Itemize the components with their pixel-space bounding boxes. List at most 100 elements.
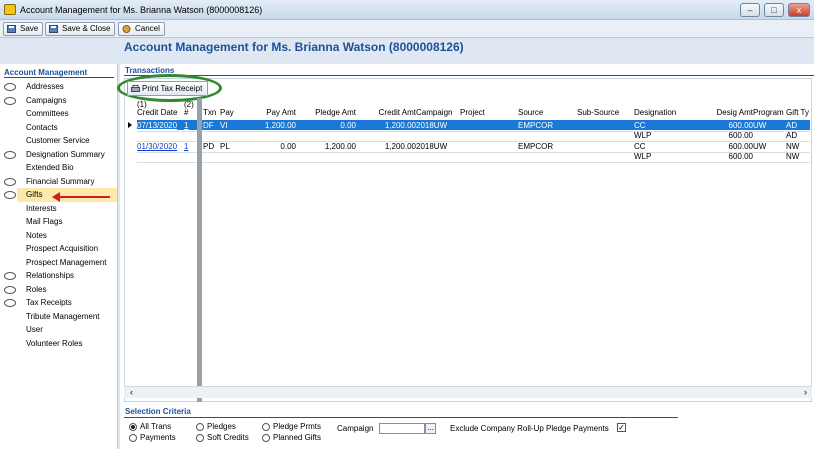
scroll-left-icon[interactable]: ‹	[130, 387, 133, 397]
campaign-input[interactable]	[379, 423, 425, 434]
sidebar-item-tax-receipts[interactable]: Tax Receipts	[26, 298, 72, 307]
table-cell-num[interactable]: 1	[184, 121, 194, 130]
sidebar-item-addresses[interactable]: Addresses	[26, 82, 64, 91]
criteria-section-line	[124, 417, 678, 418]
sidebar-item-roles[interactable]: Roles	[26, 285, 46, 294]
horizontal-scrollbar[interactable]: ‹ ›	[124, 386, 812, 398]
column-splitter[interactable]	[197, 98, 202, 402]
column-header[interactable]: Pledge Amt	[310, 108, 356, 117]
campaign-lookup-button[interactable]: ...	[425, 423, 436, 434]
column-header[interactable]: #	[184, 108, 194, 117]
column-header[interactable]: Designation	[634, 108, 694, 117]
row-separator	[137, 162, 810, 163]
table-cell-source: EMPCOR	[518, 121, 554, 130]
annotation-arrow-shaft	[58, 196, 110, 198]
column-header[interactable]: Campaign	[416, 108, 456, 117]
radio-pledge-prmts[interactable]	[262, 423, 270, 431]
table-cell-desig-amt: 600.00	[728, 131, 753, 140]
table-cell-txn: DF	[203, 121, 214, 130]
table-cell-gift-type: NW	[786, 152, 800, 161]
scroll-right-icon[interactable]: ›	[804, 387, 807, 397]
table-cell-pay-amt: 0.00	[280, 142, 296, 151]
table-cell-designation: CC	[634, 142, 646, 151]
sidebar-item-prospect-management[interactable]: Prospect Management	[26, 258, 107, 267]
sidebar-item-relationships[interactable]: Relationships	[26, 271, 74, 280]
page-title: Account Management for Ms. Brianna Watso…	[124, 40, 464, 54]
radio-payments[interactable]	[129, 434, 137, 442]
radio-label: Planned Gifts	[273, 433, 322, 442]
save-close-button[interactable]: Save & Close	[45, 22, 116, 36]
save-button[interactable]: Save	[3, 22, 44, 36]
exclude-rollup-checkbox[interactable]: ✓	[617, 423, 626, 432]
sidebar-item-committees[interactable]: Committees	[26, 109, 69, 118]
sidebar-item-designation-summary[interactable]: Designation Summary	[26, 150, 105, 159]
sidebar-item-extended-bio[interactable]: Extended Bio	[26, 163, 74, 172]
column-header[interactable]: Credit Amt	[370, 108, 416, 117]
row-pointer-icon	[128, 122, 132, 128]
sidebar-item-gifts[interactable]: Gifts	[26, 190, 42, 199]
sidebar-item-contacts[interactable]: Contacts	[26, 123, 58, 132]
criteria-section-title: Selection Criteria	[125, 407, 191, 416]
table-cell-gift-type: AD	[786, 121, 798, 130]
column-header[interactable]: Pay Amt	[250, 108, 296, 117]
radio-soft-credits[interactable]	[196, 434, 204, 442]
table-cell-credit-amt: 1,200.00	[384, 121, 416, 130]
table-cell-desig-amt: 600.00	[728, 142, 753, 151]
sidebar-item-prospect-acquisition[interactable]: Prospect Acquisition	[26, 244, 98, 253]
column-header[interactable]: Credit Date	[137, 108, 183, 117]
table-cell-credit-date[interactable]: 07/13/2020	[137, 121, 183, 130]
table-cell-credit-amt: 1,200.00	[384, 142, 416, 151]
table-cell-credit-date[interactable]: 01/30/2020	[137, 142, 183, 151]
cancel-button[interactable]: Cancel	[118, 22, 165, 36]
sidebar-title-underline	[4, 77, 114, 78]
speech-bubble-icon	[4, 96, 16, 105]
column-header[interactable]: Source	[518, 108, 574, 117]
close-button[interactable]: x	[788, 3, 810, 17]
column-header[interactable]: Sub-Source	[577, 108, 633, 117]
table-cell-num[interactable]: 1	[184, 142, 194, 151]
sidebar-item-financial-summary[interactable]: Financial Summary	[26, 177, 94, 186]
column-header[interactable]: Gift Ty	[786, 108, 814, 117]
print-tax-receipt-button[interactable]: Print Tax Receipt	[127, 81, 209, 96]
toolbar: Save Save & Close Cancel	[0, 20, 814, 38]
table-cell-designation: WLP	[634, 152, 652, 161]
print-tax-receipt-label: Print Tax Receipt	[142, 84, 203, 93]
table-cell-program: UW	[753, 121, 767, 130]
cancel-button-label: Cancel	[135, 24, 160, 33]
annotation-arrow-head	[52, 192, 60, 202]
radio-pledges[interactable]	[196, 423, 204, 431]
radio-all-trans[interactable]	[129, 423, 137, 431]
column-header[interactable]: Txn	[203, 108, 219, 117]
sidebar-item-user[interactable]: User	[26, 325, 43, 334]
cancel-icon	[122, 25, 131, 33]
window-title: Account Management for Ms. Brianna Watso…	[20, 5, 263, 15]
sidebar-item-interests[interactable]: Interests	[26, 204, 57, 213]
maximize-button[interactable]: □	[764, 3, 784, 17]
table-cell-program: UW	[753, 142, 767, 151]
sidebar-title: Account Management	[4, 68, 88, 77]
minimize-button[interactable]: –	[740, 3, 760, 17]
sidebar-item-volunteer-roles[interactable]: Volunteer Roles	[26, 339, 82, 348]
column-header[interactable]: Program	[753, 108, 785, 117]
sidebar-item-customer-service[interactable]: Customer Service	[26, 136, 90, 145]
sidebar: Account Management Addresses Campaigns Com…	[0, 64, 118, 449]
save-icon	[7, 25, 16, 33]
sidebar-item-notes[interactable]: Notes	[26, 231, 47, 240]
column-header[interactable]: Desig Amt	[705, 108, 753, 117]
save-close-icon	[49, 25, 58, 33]
sidebar-item-tribute-management[interactable]: Tribute Management	[26, 312, 100, 321]
selection-criteria-panel: Selection Criteria All Trans Payments Pled…	[120, 404, 814, 449]
title-bar: Account Management for Ms. Brianna Watso…	[0, 0, 814, 20]
save-close-button-label: Save & Close	[62, 24, 111, 33]
radio-planned-gifts[interactable]	[262, 434, 270, 442]
column-header[interactable]: Project	[460, 108, 510, 117]
sidebar-item-campaigns[interactable]: Campaigns	[26, 96, 66, 105]
radio-label: Payments	[140, 433, 176, 442]
table-cell-campaign: 2018UW	[416, 142, 448, 151]
app-icon	[4, 4, 16, 15]
table-cell-desig-amt: 600.00	[728, 121, 753, 130]
column-header[interactable]: Pay	[220, 108, 246, 117]
speech-bubble-icon	[4, 83, 16, 91]
printer-icon	[131, 85, 140, 92]
sidebar-item-mail-flags[interactable]: Mail Flags	[26, 217, 62, 226]
